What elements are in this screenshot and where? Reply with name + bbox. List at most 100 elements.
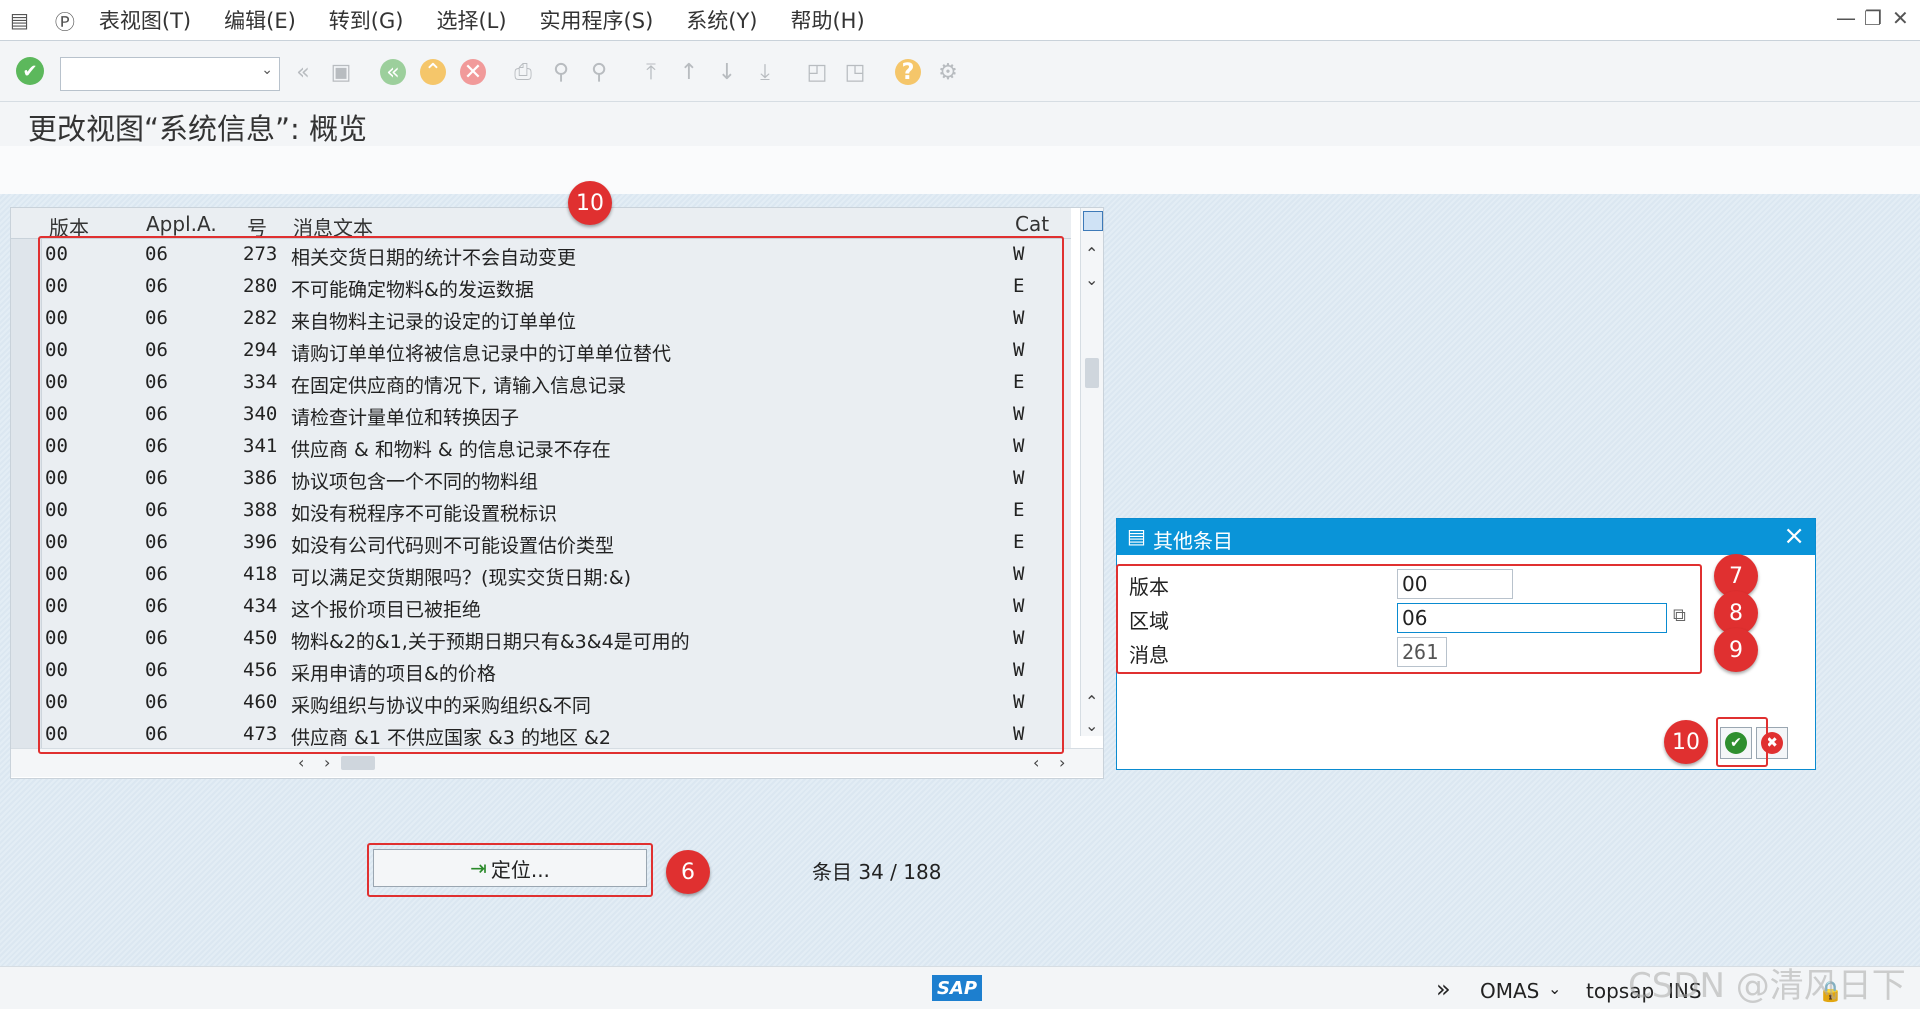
create-session-icon[interactable]: ◰ [804,59,830,85]
first-page-icon[interactable]: ⤒ [638,59,664,85]
cell-category: W [1013,563,1025,585]
table-row[interactable]: 00 06 294 请购订单单位将被信息记录中的订单单位替代 W [11,335,1071,368]
minimize-button[interactable]: — [1836,6,1856,30]
value-help-icon[interactable]: ⧉ [1673,605,1686,626]
cell-appl-area: 06 [145,691,168,713]
settings-icon[interactable]: ⚙ [935,59,961,85]
row-selector[interactable] [11,303,42,335]
row-selector[interactable] [11,559,42,591]
back-icon[interactable]: « [380,59,406,85]
cell-message-text: 协议项包含一个不同的物料组 [291,471,539,493]
cell-appl-area: 06 [145,531,168,553]
page-down-icon[interactable]: ⌄ [1085,716,1098,735]
menu-edit[interactable]: 编辑(E) [224,5,296,35]
last-page-icon[interactable]: ⤓ [752,59,778,85]
table-row[interactable]: 00 06 280 不可能确定物料&的发运数据 E [11,271,1071,304]
scroll-up-icon[interactable]: ⌃ [1085,244,1098,263]
column-number[interactable]: 号 [247,212,267,241]
previous-page-icon[interactable]: ↑ [676,59,702,85]
menu-help[interactable]: 帮助(H) [790,5,864,35]
row-selector[interactable] [11,367,42,399]
table-row[interactable]: 00 06 340 请检查计量单位和转换因子 W [11,399,1071,432]
scroll-left-icon[interactable]: ‹ [298,753,304,772]
position-button[interactable]: ⇥ 定位... [373,849,647,887]
vertical-scrollbar[interactable]: ⌃ ⌄ ⌃ ⌄ [1080,208,1103,736]
row-selector[interactable] [11,655,42,687]
menu-goto[interactable]: 转到(G) [329,5,404,35]
confirm-button[interactable]: ✔ [1720,727,1752,759]
menu-system[interactable]: 系统(Y) [686,5,757,35]
expand-icon[interactable]: » [1436,975,1451,1003]
cancel-icon[interactable]: ✕ [460,59,486,85]
column-category[interactable]: Cat [1015,212,1049,236]
menu-icon[interactable]: ▤ [10,8,29,32]
scroll-right-icon[interactable]: › [324,753,330,772]
row-selector[interactable] [11,591,42,623]
horizontal-scrollbar[interactable]: ‹ › ‹ › [11,748,1103,777]
menu-selection[interactable]: 选择(L) [436,5,506,35]
row-selector[interactable] [11,463,42,495]
scroll-left-end-icon[interactable]: ‹ [1033,753,1039,772]
column-appl-area[interactable]: Appl.A. [146,212,217,236]
row-selector[interactable] [11,527,42,559]
back-nav-icon[interactable]: « [290,59,316,85]
table-row[interactable]: 00 06 388 如没有税程序不可能设置税标识 E [11,495,1071,528]
table-row[interactable]: 00 06 460 采购组织与协议中的采购组织&不同 W [11,687,1071,720]
enter-icon[interactable]: ✔ [16,57,44,85]
table-settings-icon[interactable] [1083,211,1103,231]
table-row[interactable]: 00 06 434 这个报价项目已被拒绝 W [11,591,1071,624]
scroll-thumb[interactable] [1085,358,1099,388]
page-up-icon[interactable]: ⌃ [1085,692,1098,711]
version-field[interactable]: 00 [1397,569,1513,599]
message-table: 版本 Appl.A. 号 消息文本 Cat 00 06 273 相关交货日期的统计不会… [10,207,1104,779]
row-selector[interactable] [11,239,42,271]
help-icon[interactable]: ? [895,59,921,85]
message-field[interactable]: 261 [1397,637,1447,667]
hscroll-thumb[interactable] [341,756,375,770]
table-row[interactable]: 00 06 418 可以满足交货期限吗？(现实交货日期:&) W [11,559,1071,592]
command-field[interactable]: ⌄ [60,57,280,91]
close-window-button[interactable]: ✕ [1892,6,1909,30]
chevron-down-icon[interactable]: ⌄ [261,62,273,78]
table-row[interactable]: 00 06 450 物料&2的&1,关于预期日期只有&3&4是可用的 W [11,623,1071,656]
scroll-right-end-icon[interactable]: › [1059,753,1065,772]
column-version[interactable]: 版本 [49,212,89,241]
cell-message-text: 可以满足交货期限吗？(现实交货日期:&) [291,567,632,589]
shortcut-icon[interactable]: ◳ [842,59,868,85]
table-row[interactable]: 00 06 334 在固定供应商的情况下, 请输入信息记录 E [11,367,1071,400]
close-icon[interactable]: × [1783,521,1805,551]
cancel-button[interactable]: ✖ [1756,727,1788,759]
table-row[interactable]: 00 06 456 采用申请的项目&的价格 W [11,655,1071,688]
table-row[interactable]: 00 06 273 相关交货日期的统计不会自动变更 W [11,239,1071,272]
table-row[interactable]: 00 06 396 如没有公司代码则不可能设置估价类型 E [11,527,1071,560]
cell-number: 280 [243,275,278,297]
row-selector[interactable] [11,687,42,719]
print-icon[interactable]: ⎙ [510,59,536,85]
table-row[interactable]: 00 06 341 供应商 & 和物料 & 的信息记录不存在 W [11,431,1071,464]
row-selector[interactable] [11,335,42,367]
menu-utilities[interactable]: 实用程序(S) [540,5,654,35]
row-selector[interactable] [11,719,42,751]
row-selector[interactable] [11,431,42,463]
find-icon[interactable]: ⚲ [548,59,574,85]
column-message-text[interactable]: 消息文本 [293,212,373,241]
scroll-down-icon[interactable]: ⌄ [1085,270,1098,289]
save-icon[interactable]: ▣ [328,59,354,85]
system-dropdown-icon[interactable]: ⌄ [1548,979,1561,998]
row-selector[interactable] [11,399,42,431]
cell-appl-area: 06 [145,435,168,457]
row-selector[interactable] [11,271,42,303]
cell-appl-area: 06 [145,275,168,297]
cell-version: 00 [45,531,68,553]
row-selector[interactable] [11,495,42,527]
row-selector[interactable] [11,623,42,655]
program-icon[interactable]: Ⓟ [55,6,75,35]
area-field[interactable]: 06 [1397,603,1667,633]
next-page-icon[interactable]: ↓ [714,59,740,85]
find-next-icon[interactable]: ⚲ [586,59,612,85]
table-row[interactable]: 00 06 386 协议项包含一个不同的物料组 W [11,463,1071,496]
restore-button[interactable]: ❐ [1864,6,1882,30]
menu-table-view[interactable]: 表视图(T) [99,5,191,35]
exit-icon[interactable]: ⌃ [420,59,446,85]
table-row[interactable]: 00 06 282 来自物料主记录的设定的订单单位 W [11,303,1071,336]
